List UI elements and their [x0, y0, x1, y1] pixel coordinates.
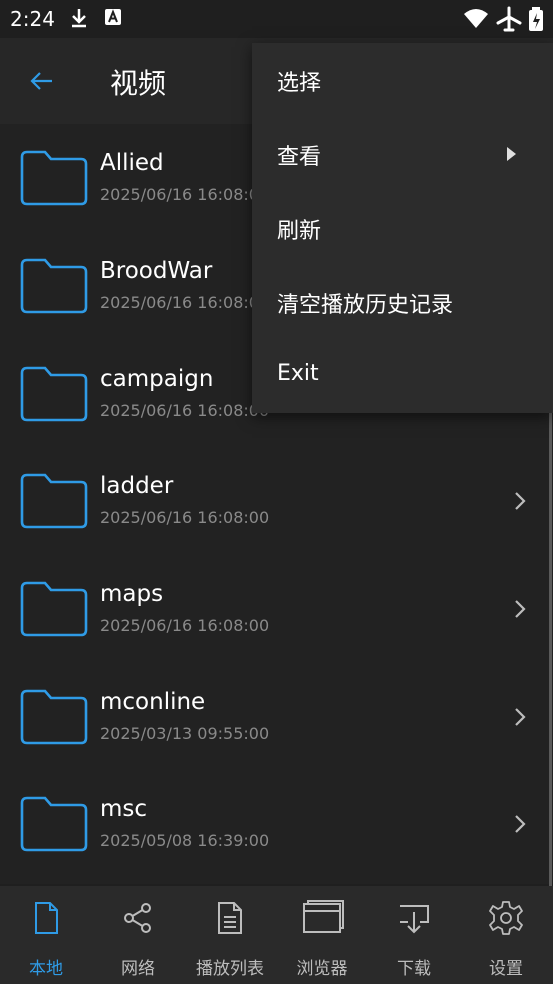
- menu-item-label: 刷新: [277, 219, 322, 244]
- nav-item-settings[interactable]: 设置: [460, 886, 552, 984]
- menu-item-view[interactable]: 查看: [252, 117, 553, 191]
- nav-label: 设置: [489, 959, 523, 979]
- chevron-right-icon: [515, 492, 526, 510]
- airplane-mode-icon: [496, 6, 522, 32]
- folder-date: 2025/06/16 16:08:00: [100, 401, 270, 420]
- folder-date: 2025/06/16 16:08:00: [100, 508, 270, 527]
- folder-row[interactable]: maps 2025/06/16 16:08:00: [0, 555, 553, 663]
- nav-item-local[interactable]: 本地: [0, 886, 92, 984]
- nav-item-browser[interactable]: 浏览器: [276, 886, 368, 984]
- nav-label: 本地: [29, 959, 63, 979]
- menu-item-label: Exit: [277, 361, 319, 386]
- menu-item-label: 查看: [277, 145, 322, 170]
- folder-icon: [20, 581, 88, 637]
- folder-icon: [20, 796, 88, 852]
- menu-item-refresh[interactable]: 刷新: [252, 191, 553, 265]
- folder-row[interactable]: mconline 2025/03/13 09:55:00: [0, 663, 553, 771]
- status-time: 2:24: [10, 7, 55, 31]
- folder-icon: [20, 258, 88, 314]
- text-notification-icon: [105, 9, 121, 25]
- folder-name: Allied: [100, 150, 164, 176]
- folder-date: 2025/06/16 16:08:00: [100, 616, 270, 635]
- folder-name: BroodWar: [100, 258, 213, 284]
- playlist-icon: [218, 902, 242, 934]
- nav-item-playlist[interactable]: 播放列表: [184, 886, 276, 984]
- folder-date: 2025/06/16 16:08:00: [100, 293, 270, 312]
- nav-label: 浏览器: [296, 959, 348, 979]
- folder-name: campaign: [100, 366, 214, 392]
- nav-label: 播放列表: [196, 959, 264, 979]
- battery-icon: [529, 7, 543, 31]
- nav-label: 下载: [397, 959, 431, 979]
- submenu-arrow-icon: [507, 147, 516, 161]
- bottom-nav: 本地 网络 播放列表 浏览器 下载 设置: [0, 886, 553, 984]
- folder-row[interactable]: msc 2025/05/08 16:39:00: [0, 770, 553, 878]
- folder-name: mconline: [100, 689, 206, 715]
- download-notification-icon: [72, 9, 86, 28]
- folder-row[interactable]: ladder 2025/06/16 16:08:00: [0, 447, 553, 555]
- gear-icon: [489, 901, 523, 935]
- browser-icon: [303, 900, 344, 933]
- nav-label: 网络: [121, 959, 155, 979]
- folder-date: 2025/03/13 09:55:00: [100, 724, 270, 743]
- status-bar: 2:24: [0, 0, 553, 38]
- folder-icon: [20, 150, 88, 206]
- folder-name: msc: [100, 796, 148, 822]
- folder-icon: [20, 473, 88, 529]
- folder-icon: [20, 366, 88, 422]
- document-icon: [35, 902, 58, 934]
- menu-item-exit[interactable]: Exit: [252, 339, 553, 413]
- folder-date: 2025/06/16 16:08:00: [100, 185, 270, 204]
- share-icon: [124, 903, 151, 933]
- chevron-right-icon: [515, 815, 526, 833]
- menu-item-select[interactable]: 选择: [252, 43, 553, 117]
- nav-item-download[interactable]: 下载: [368, 886, 460, 984]
- menu-item-label: 选择: [277, 71, 322, 96]
- chevron-right-icon: [515, 600, 526, 618]
- download-icon: [400, 905, 429, 934]
- wifi-icon: [464, 9, 488, 28]
- page-title: 视频: [110, 67, 167, 100]
- nav-item-network[interactable]: 网络: [92, 886, 184, 984]
- menu-item-label: 清空播放历史记录: [277, 293, 454, 318]
- folder-name: maps: [100, 581, 164, 607]
- folder-icon: [20, 689, 88, 745]
- overflow-menu: 选择 查看 刷新 清空播放历史记录 Exit: [252, 43, 553, 413]
- folder-date: 2025/05/08 16:39:00: [100, 831, 270, 850]
- menu-item-clear-history[interactable]: 清空播放历史记录: [252, 265, 553, 339]
- back-arrow-icon[interactable]: [26, 66, 56, 96]
- scrollbar[interactable]: [549, 410, 552, 886]
- chevron-right-icon: [515, 708, 526, 726]
- folder-name: ladder: [100, 473, 174, 499]
